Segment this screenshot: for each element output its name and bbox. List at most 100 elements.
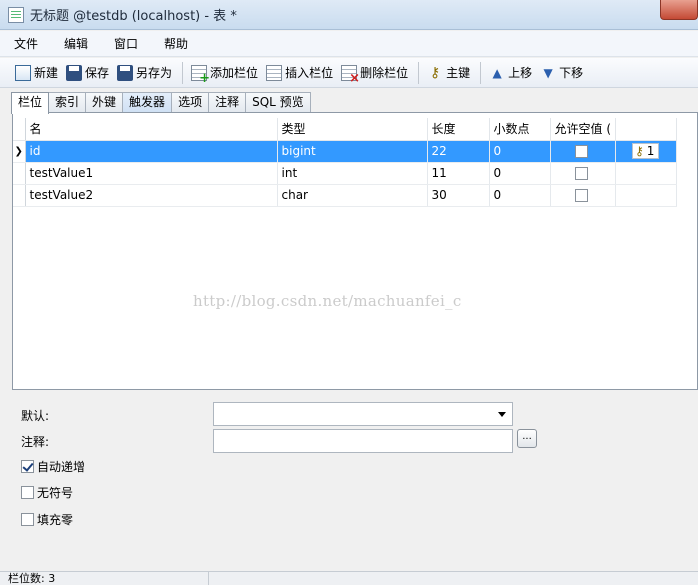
- zerofill-checkbox[interactable]: [21, 513, 34, 526]
- table-row[interactable]: testValue2 char 30 0: [13, 184, 677, 207]
- column-header-name[interactable]: 名: [25, 118, 278, 141]
- close-button[interactable]: [660, 0, 698, 20]
- insert-field-button[interactable]: 插入栏位: [263, 61, 336, 85]
- row-pointer-icon: ❯: [13, 140, 26, 163]
- toolbar-separator: [182, 61, 184, 84]
- fields-grid[interactable]: 名 类型 长度 小数点 允许空值 ( ❯ id bigint 22 0 ⚷ 1 t…: [12, 112, 698, 390]
- toolbar-separator: [480, 61, 482, 84]
- column-header-length[interactable]: 长度: [427, 118, 490, 141]
- table-row[interactable]: testValue1 int 11 0: [13, 162, 677, 185]
- fields-table: 名 类型 长度 小数点 允许空值 ( ❯ id bigint 22 0 ⚷ 1 t…: [13, 118, 677, 207]
- key-icon: ⚷: [429, 64, 441, 81]
- table-icon: [8, 6, 24, 23]
- tab-fields[interactable]: 栏位: [11, 92, 50, 114]
- delete-field-label: 删除栏位: [360, 66, 409, 80]
- nullable-checkbox[interactable]: [574, 145, 588, 158]
- comment-label: 注释:: [21, 435, 50, 449]
- move-up-label: 上移: [508, 66, 533, 80]
- status-bar: 栏位数: 3: [0, 571, 698, 585]
- field-length-cell[interactable]: 30: [427, 184, 490, 207]
- add-field-icon: [191, 64, 210, 86]
- field-decimals-cell[interactable]: 0: [489, 162, 551, 185]
- designer-tabs: 栏位 索引 外键 触发器 选项 注释 SQL 预览: [11, 92, 311, 114]
- column-header-key[interactable]: [615, 118, 677, 141]
- field-nullable-cell: [550, 140, 616, 163]
- key-order: 1: [646, 144, 655, 158]
- save-as-label: 另存为: [136, 66, 173, 80]
- move-up-button[interactable]: ▲ 上移: [486, 61, 535, 85]
- toolbar: 新建 保存 另存为 添加栏位 插入栏位 删除栏位 ⚷ 主键 ▲ 上移 ▼ 下移: [0, 58, 698, 88]
- field-length-cell[interactable]: 11: [427, 162, 490, 185]
- arrow-up-icon: ▲: [492, 65, 502, 80]
- field-key-cell[interactable]: ⚷ 1: [615, 140, 677, 163]
- zerofill-option[interactable]: 填充零: [21, 511, 73, 528]
- auto-increment-checkbox[interactable]: [21, 460, 34, 473]
- field-name-cell[interactable]: id: [25, 140, 278, 163]
- add-field-button[interactable]: 添加栏位: [188, 61, 261, 86]
- field-nullable-cell: [550, 184, 616, 207]
- nullable-checkbox[interactable]: [574, 189, 588, 202]
- delete-field-icon: [341, 64, 360, 86]
- title-bar: 无标题 @testdb (localhost) - 表 *: [0, 0, 698, 30]
- new-label: 新建: [34, 66, 59, 80]
- auto-increment-option[interactable]: 自动递增: [21, 458, 85, 475]
- field-type-cell[interactable]: char: [277, 184, 428, 207]
- table-header-row: 名 类型 长度 小数点 允许空值 (: [13, 118, 677, 141]
- unsigned-checkbox[interactable]: [21, 486, 34, 499]
- tab-comment[interactable]: 注释: [208, 92, 247, 113]
- unsigned-option[interactable]: 无符号: [21, 484, 73, 501]
- tab-indexes[interactable]: 索引: [48, 92, 87, 113]
- arrow-down-icon: ▼: [543, 65, 553, 80]
- tab-options[interactable]: 选项: [171, 92, 210, 113]
- default-value-combo[interactable]: [213, 402, 513, 426]
- zerofill-label: 填充零: [37, 513, 74, 527]
- menu-help[interactable]: 帮助: [151, 32, 201, 56]
- row-indicator: [13, 184, 26, 207]
- add-field-label: 添加栏位: [210, 66, 259, 80]
- delete-field-button[interactable]: 删除栏位: [338, 61, 411, 86]
- menu-file[interactable]: 文件: [0, 32, 51, 56]
- save-label: 保存: [85, 66, 110, 80]
- tab-sql-preview[interactable]: SQL 预览: [245, 92, 311, 113]
- column-header-decimals[interactable]: 小数点: [489, 118, 551, 141]
- menu-bar: 文件 编辑 窗口 帮助: [0, 31, 698, 57]
- save-as-icon: [117, 64, 134, 81]
- column-header-type[interactable]: 类型: [277, 118, 428, 141]
- field-key-cell[interactable]: [615, 162, 677, 185]
- save-button[interactable]: 保存: [63, 61, 112, 85]
- move-down-button[interactable]: ▼ 下移: [537, 61, 586, 85]
- primary-key-button[interactable]: ⚷ 主键: [424, 61, 473, 85]
- new-button[interactable]: 新建: [12, 61, 61, 85]
- field-type-cell[interactable]: int: [277, 162, 428, 185]
- insert-field-icon: [266, 64, 283, 81]
- tab-foreign-keys[interactable]: 外键: [85, 92, 124, 113]
- column-header-nullable[interactable]: 允许空值 (: [550, 118, 616, 141]
- nullable-checkbox[interactable]: [574, 167, 588, 180]
- save-icon: [66, 64, 83, 81]
- primary-key-badge: ⚷ 1: [632, 143, 660, 159]
- window-title: 无标题 @testdb (localhost) - 表 *: [30, 9, 237, 24]
- key-icon: ⚷: [635, 144, 644, 158]
- table-row[interactable]: ❯ id bigint 22 0 ⚷ 1: [13, 140, 677, 163]
- field-key-cell[interactable]: [615, 184, 677, 207]
- menu-edit[interactable]: 编辑: [51, 32, 101, 56]
- unsigned-label: 无符号: [37, 486, 74, 500]
- row-indicator: [13, 162, 26, 185]
- comment-ellipsis-button[interactable]: ...: [517, 429, 537, 448]
- comment-input[interactable]: [213, 429, 513, 453]
- menu-window[interactable]: 窗口: [101, 32, 151, 56]
- primary-key-label: 主键: [446, 66, 471, 80]
- field-name-cell[interactable]: testValue2: [25, 184, 278, 207]
- field-properties-panel: 默认: 注释: ... 自动递增 无符号 填充零: [12, 395, 698, 570]
- tab-triggers[interactable]: 触发器: [122, 92, 173, 113]
- auto-increment-label: 自动递增: [37, 460, 86, 474]
- field-type-cell[interactable]: bigint: [277, 140, 428, 163]
- field-count-status: 栏位数: 3: [8, 572, 56, 585]
- default-label: 默认:: [21, 409, 50, 423]
- field-decimals-cell[interactable]: 0: [489, 140, 551, 163]
- field-name-cell[interactable]: testValue1: [25, 162, 278, 185]
- field-length-cell[interactable]: 22: [427, 140, 490, 163]
- field-nullable-cell: [550, 162, 616, 185]
- field-decimals-cell[interactable]: 0: [489, 184, 551, 207]
- save-as-button[interactable]: 另存为: [114, 61, 175, 85]
